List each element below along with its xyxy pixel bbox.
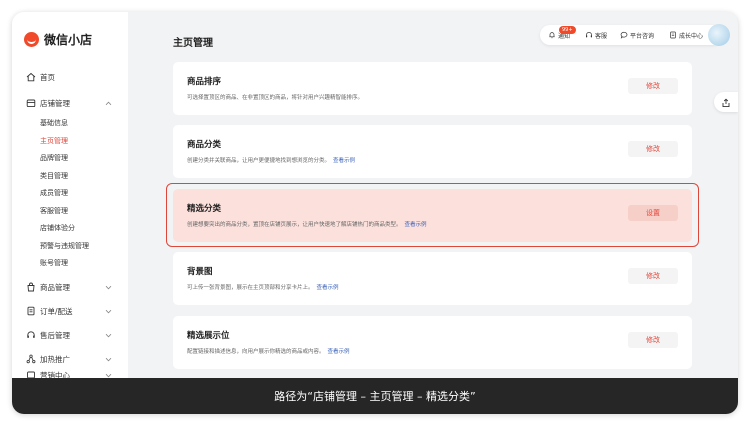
card-title: 商品分类 [187,140,222,150]
edit-button[interactable]: 修改 [628,78,678,94]
brand[interactable]: 微信小店 [24,30,92,48]
card-desc: 创建分类并关联商品，让用户更便捷地找到想浏览的分类。 查看示例 [187,156,355,164]
headset-icon [585,31,593,39]
caption-text: 路径为“店铺管理 – 主页管理 – 精选分类” [274,390,476,403]
view-example-link[interactable]: 查看示例 [328,349,350,355]
sidebar-subitem-brand[interactable]: 品牌管理 [40,150,68,166]
bell-icon [548,31,556,39]
order-icon [25,306,36,317]
sidebar-item-products[interactable]: 商品管理 [12,277,128,297]
card-product-category: 商品分类 创建分类并关联商品，让用户更便捷地找到想浏览的分类。 查看示例 修改 [173,125,692,178]
card-title: 精选展示位 [187,331,230,341]
chevron-down-icon [104,307,112,315]
sidebar-item-label: 加热推广 [40,354,70,364]
card-desc-text: 可选择置顶区的商品、在非置顶区的商品，将针对用户兴趣精智能排序。 [187,95,364,101]
document-icon [669,31,677,39]
sidebar-item-home[interactable]: 首页 [12,67,128,87]
sidebar-item-label: 首页 [40,72,55,82]
platform-consult-label: 平台咨询 [630,32,655,40]
card-featured-category: 精选分类 创建想要突出的商品分类，置顶在店铺页展示，让用户快速地了解店铺热门的商… [173,189,692,242]
card-desc-text: 可上传一张背景图，展示在主页顶部和分享卡片上。 [187,285,314,291]
sidebar-item-label: 店铺管理 [40,98,70,108]
sidebar-item-orders[interactable]: 订单/配送 [12,301,128,321]
sidebar-item-label: 售后管理 [40,330,70,340]
store-icon [25,98,36,109]
sidebar-subitem-homepage[interactable]: 主页管理 [40,133,68,149]
sidebar-item-label: 商品管理 [40,282,70,292]
app-window: 微信小店 首页 店铺管理 基础信息 主页管理 品牌管理 类目管理 成员管理 客服… [12,12,738,414]
growth-center-label: 成长中心 [679,32,704,40]
customer-service-label: 客服 [595,32,608,40]
caption-bar: 路径为“店铺管理 – 主页管理 – 精选分类” [12,378,738,414]
card-featured-showcase: 精选展示位 配置链接和描述信息，向用户展示你精选的商品或内容。 查看示例 修改 [173,316,692,369]
chevron-down-icon [104,283,112,291]
sidebar-subitem-basic-info[interactable]: 基础信息 [40,115,68,131]
export-float-button[interactable] [714,92,738,112]
home-icon [25,72,36,83]
headset-icon [25,330,36,341]
sidebar-subitem-accounts[interactable]: 账号管理 [40,255,68,271]
card-title: 背景图 [187,267,213,277]
main-content: 主页管理 通知 99+ 客服 平台咨询 成长中心 商品排序 可选择置顶区的商品、… [128,12,738,414]
card-desc-text: 创建分类并关联商品，让用户更便捷地找到想浏览的分类。 [187,158,331,164]
view-example-link[interactable]: 查看示例 [405,222,427,228]
notice-badge: 99+ [559,26,576,34]
share-icon [25,354,36,365]
sidebar-subitem-customer-service[interactable]: 客服管理 [40,203,68,219]
export-icon [721,93,731,112]
sidebar-subitem-members[interactable]: 成员管理 [40,185,68,201]
card-title: 商品排序 [187,77,222,87]
card-desc: 可选择置顶区的商品、在非置顶区的商品，将针对用户兴趣精智能排序。 [187,93,363,101]
edit-button[interactable]: 修改 [628,268,678,284]
sidebar-item-label: 订单/配送 [40,306,73,316]
card-desc: 可上传一张背景图，展示在主页顶部和分享卡片上。 查看示例 [187,283,339,291]
page-title: 主页管理 [173,38,213,49]
card-desc: 创建想要突出的商品分类，置顶在店铺页展示，让用户快速地了解店铺热门的商品类型。查… [187,220,427,228]
sidebar-item-store[interactable]: 店铺管理 [12,93,128,113]
platform-consult-button[interactable]: 平台咨询 [620,25,654,45]
edit-button[interactable]: 修改 [628,332,678,348]
setup-button[interactable]: 设置 [628,205,678,221]
customer-service-button[interactable]: 客服 [585,25,607,45]
wechat-shop-logo-icon [24,31,39,47]
card-desc: 配置链接和描述信息，向用户展示你精选的商品或内容。 查看示例 [187,347,350,355]
growth-center-button[interactable]: 成长中心 [669,25,703,45]
chevron-up-icon [104,99,112,107]
view-example-link[interactable]: 查看示例 [333,158,355,164]
card-desc-text: 创建想要突出的商品分类，置顶在店铺页展示，让用户快速地了解店铺热门的商品类型。 [187,222,402,228]
topbar: 通知 99+ 客服 平台咨询 成长中心 [540,25,722,45]
chevron-down-icon [104,355,112,363]
bag-icon [25,282,36,293]
avatar[interactable] [708,24,730,46]
card-desc-text: 配置链接和描述信息，向用户展示你精选的商品或内容。 [187,349,325,355]
brand-name: 微信小店 [44,32,93,47]
card-background-image: 背景图 可上传一张背景图，展示在主页顶部和分享卡片上。 查看示例 修改 [173,252,692,305]
chat-bubble-icon [620,31,628,39]
chevron-down-icon [104,331,112,339]
edit-button[interactable]: 修改 [628,141,678,157]
card-product-sort: 商品排序 可选择置顶区的商品、在非置顶区的商品，将针对用户兴趣精智能排序。 修改 [173,62,692,115]
sidebar: 微信小店 首页 店铺管理 基础信息 主页管理 品牌管理 类目管理 成员管理 客服… [12,12,128,414]
sidebar-item-after-sales[interactable]: 售后管理 [12,325,128,345]
sidebar-subitem-experience-score[interactable]: 店铺体验分 [40,220,75,236]
sidebar-subitem-violations[interactable]: 预警与违规管理 [40,238,89,254]
view-example-link[interactable]: 查看示例 [317,285,339,291]
sidebar-subitem-category[interactable]: 类目管理 [40,168,68,184]
card-title: 精选分类 [187,204,222,214]
